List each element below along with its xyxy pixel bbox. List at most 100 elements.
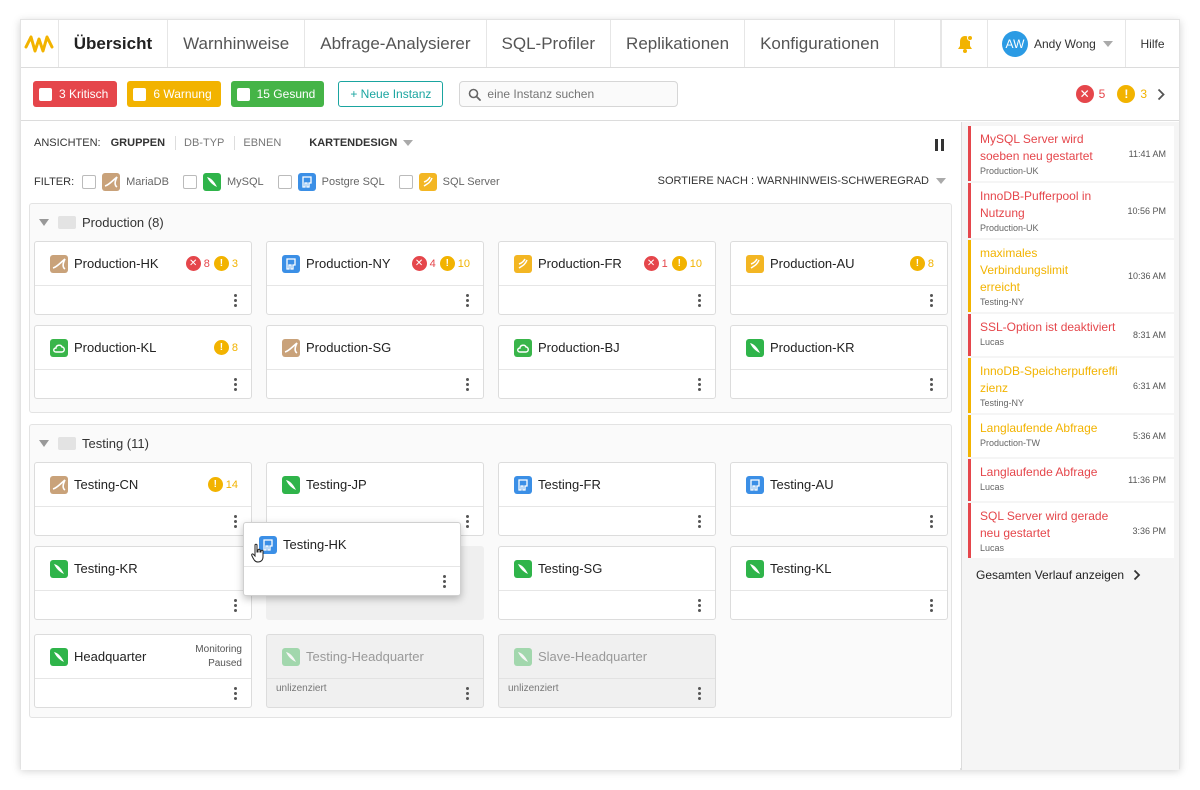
alert-summary[interactable]: ✕ 5 ! 3 [1075,85,1165,103]
checkbox[interactable] [182,175,197,189]
more-options-icon[interactable] [443,575,446,588]
app-logo[interactable] [21,20,59,67]
more-options-icon[interactable] [930,599,933,612]
warning-filter-toggle[interactable]: 6 Warnung [127,81,221,107]
more-options-icon[interactable] [930,515,933,528]
more-options-icon[interactable] [466,294,469,307]
help-link[interactable]: Hilfe [1125,20,1179,67]
instance-card[interactable]: Testing-KL [730,546,948,620]
more-options-icon[interactable] [234,378,237,391]
instance-name: Testing-CN [74,477,139,492]
instance-card[interactable]: Production-AU ! 8 [730,241,948,315]
checkbox[interactable] [398,175,413,189]
search-input[interactable] [487,87,668,101]
filter-postgres[interactable]: Postgre SQL [277,173,385,191]
event-item[interactable]: MySQL Server wird soeben neu gestartet Pr… [968,126,1174,181]
instance-alerts[interactable]: ✕ 8! 3 [185,256,242,271]
checkbox[interactable] [277,175,292,189]
more-options-icon[interactable] [930,294,933,307]
instance-alerts[interactable]: ✕ 4! 10 [411,256,474,271]
instance-card-unlicensed[interactable]: Testing-Headquarter unlizenziert [266,634,484,708]
event-item[interactable]: SQL Server wird gerade neu gestartet Luca… [968,503,1174,558]
instance-card[interactable]: Production-NY ✕ 4! 10 [266,241,484,315]
warning-icon: ! [213,340,229,355]
more-options-icon[interactable] [698,599,701,612]
instance-card-unlicensed[interactable]: Slave-Headquarter unlizenziert [498,634,716,708]
more-options-icon[interactable] [466,378,469,391]
user-menu[interactable]: AW Andy Wong [987,20,1125,67]
mysql-icon [202,173,221,191]
instance-name: Production-AU [770,256,855,271]
instance-card[interactable]: Production-BJ [498,325,716,399]
instance-card[interactable]: Headquarter Monitoring Paused [34,634,252,708]
instance-card[interactable]: Production-KL ! 8 [34,325,252,399]
view-db-type[interactable]: DB-TYP [184,137,224,149]
event-source: Testing-NY [980,398,1025,408]
instance-card[interactable]: Production-SG [266,325,484,399]
license-status: unlizenziert [508,683,559,694]
view-levels[interactable]: EBNEN [243,137,281,149]
tab-sql-profiler[interactable]: SQL-Profiler [487,20,612,67]
more-options-icon[interactable] [698,687,701,700]
search-box[interactable] [459,81,679,107]
tab-configurations[interactable]: Konfigurationen [745,20,896,67]
chevron-right-icon[interactable] [1157,88,1165,101]
collapse-icon[interactable] [39,218,49,226]
instance-alerts[interactable]: ! 14 [207,477,242,492]
instance-alerts[interactable]: ! 8 [909,256,938,271]
tab-replications[interactable]: Replikationen [611,20,746,67]
filter-mariadb[interactable]: MariaDB [82,173,169,191]
tab-overview[interactable]: Übersicht [58,20,169,67]
more-options-icon[interactable] [466,515,469,528]
pause-icon[interactable] [932,139,944,151]
more-options-icon[interactable] [466,687,469,700]
filter-mysql[interactable]: MySQL [182,173,264,191]
critical-icon: ✕ [643,256,659,271]
postgres-icon [746,475,764,494]
tab-alerts[interactable]: Warnhinweise [168,20,306,67]
more-options-icon[interactable] [930,378,933,391]
checkbox[interactable] [39,87,52,101]
view-history-link[interactable]: Gesamten Verlauf anzeigen [976,568,1179,582]
more-options-icon[interactable] [234,599,237,612]
db-filter-bar: FILTER: MariaDB MySQL Postgre SQL SQL Se… [34,173,514,191]
more-options-icon[interactable] [234,515,237,528]
instance-card[interactable]: Testing-CN ! 14 [34,462,252,536]
instance-alerts[interactable]: ! 8 [213,340,242,355]
event-item[interactable]: maximales Verbindungslimit erreicht Testi… [968,240,1174,312]
new-instance-button[interactable]: + Neue Instanz [338,81,444,107]
card-design-dropdown[interactable]: KARTENDESIGN [309,137,397,149]
instance-card[interactable]: Production-KR [730,325,948,399]
collapse-icon[interactable] [39,439,49,447]
group-header[interactable]: Testing (11) [30,425,951,461]
instance-card[interactable]: Testing-SG [498,546,716,620]
event-item[interactable]: Langlaufende Abfrage Lucas 11:36 PM [968,459,1174,501]
more-options-icon[interactable] [234,687,237,700]
dragging-card[interactable]: Testing-HK [243,522,461,596]
more-options-icon[interactable] [698,515,701,528]
event-item[interactable]: InnoDB-Pufferpool in Nutzung Production-U… [968,183,1174,238]
group-header[interactable]: Production (8) [30,204,951,240]
view-groups[interactable]: GRUPPEN [111,137,165,149]
instance-card[interactable]: Production-FR ✕ 1! 10 [498,241,716,315]
instance-card[interactable]: Production-HK ✕ 8! 3 [34,241,252,315]
more-options-icon[interactable] [698,294,701,307]
more-options-icon[interactable] [698,378,701,391]
event-item[interactable]: Langlaufende Abfrage Production-TW 5:36 AM [968,415,1174,457]
filter-sqlserver[interactable]: SQL Server [398,173,500,191]
event-item[interactable]: InnoDB-Speicherpuffereffizienz Testing-NY… [968,358,1174,413]
critical-filter-toggle[interactable]: 3 Kritisch [33,81,118,107]
healthy-filter-toggle[interactable]: 15 Gesund [230,81,325,107]
tab-query-analyzer[interactable]: Abfrage-Analysierer [305,20,487,67]
event-item[interactable]: SSL-Option ist deaktiviert Lucas 8:31 AM [968,314,1174,356]
checkbox[interactable] [133,87,147,101]
sort-dropdown[interactable]: SORTIERE NACH : WARNHINWEIS-SCHWEREGRAD [658,175,946,187]
more-options-icon[interactable] [234,294,237,307]
instance-card[interactable]: Testing-FR [498,462,716,536]
notifications-button[interactable] [941,20,987,67]
instance-card[interactable]: Testing-AU [730,462,948,536]
instance-card[interactable]: Testing-KR [34,546,252,620]
checkbox[interactable] [236,87,250,101]
instance-alerts[interactable]: ✕ 1! 10 [643,256,706,271]
checkbox[interactable] [82,175,97,189]
